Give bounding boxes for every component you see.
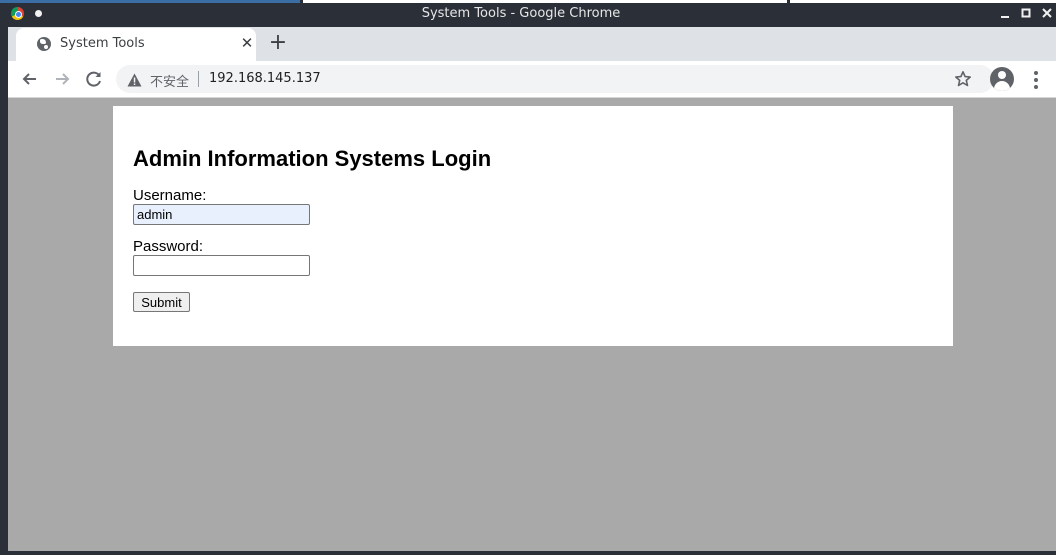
taskbar-strip xyxy=(790,0,1056,3)
bookmark-star-icon[interactable] xyxy=(954,70,972,88)
taskbar-highlight xyxy=(0,0,300,3)
new-tab-button[interactable]: + xyxy=(267,31,289,55)
more-menu-icon[interactable] xyxy=(1028,70,1044,90)
login-panel: Admin Information Systems Login Username… xyxy=(113,106,953,346)
url-text[interactable]: 192.168.145.137 xyxy=(209,71,321,86)
password-input[interactable] xyxy=(133,255,310,276)
divider xyxy=(198,71,199,87)
close-window-icon[interactable] xyxy=(1040,6,1054,20)
username-input[interactable] xyxy=(133,204,310,225)
window-title: System Tools - Google Chrome xyxy=(421,6,621,21)
window-bottom-border xyxy=(8,551,1056,555)
browser-window: System Tools ✕ + 不安全 192.168.145.137 Adm… xyxy=(8,27,1056,551)
window-titlebar: System Tools - Google Chrome xyxy=(0,0,1056,27)
taskbar-strip xyxy=(303,0,787,3)
reload-icon[interactable] xyxy=(81,66,107,92)
page-viewport: Admin Information Systems Login Username… xyxy=(8,98,1056,551)
tab-system-tools[interactable]: System Tools ✕ xyxy=(16,28,256,61)
profile-avatar-icon[interactable] xyxy=(990,67,1014,91)
username-label: Username: xyxy=(133,187,207,204)
tab-title: System Tools xyxy=(60,36,145,51)
browser-toolbar: 不安全 192.168.145.137 xyxy=(8,61,1056,98)
password-label: Password: xyxy=(133,238,204,255)
tab-strip: System Tools ✕ + xyxy=(8,27,1056,61)
security-label[interactable]: 不安全 xyxy=(150,71,189,90)
forward-icon[interactable] xyxy=(49,66,75,92)
close-tab-icon[interactable]: ✕ xyxy=(238,34,256,52)
maximize-icon[interactable] xyxy=(1019,6,1033,20)
minimize-icon[interactable] xyxy=(998,6,1012,20)
submit-button[interactable]: Submit xyxy=(133,292,190,312)
warning-icon[interactable] xyxy=(127,72,142,91)
address-bar[interactable]: 不安全 192.168.145.137 xyxy=(116,65,994,93)
globe-icon xyxy=(37,37,51,51)
page-title: Admin Information Systems Login xyxy=(133,146,492,171)
back-icon[interactable] xyxy=(17,66,43,92)
